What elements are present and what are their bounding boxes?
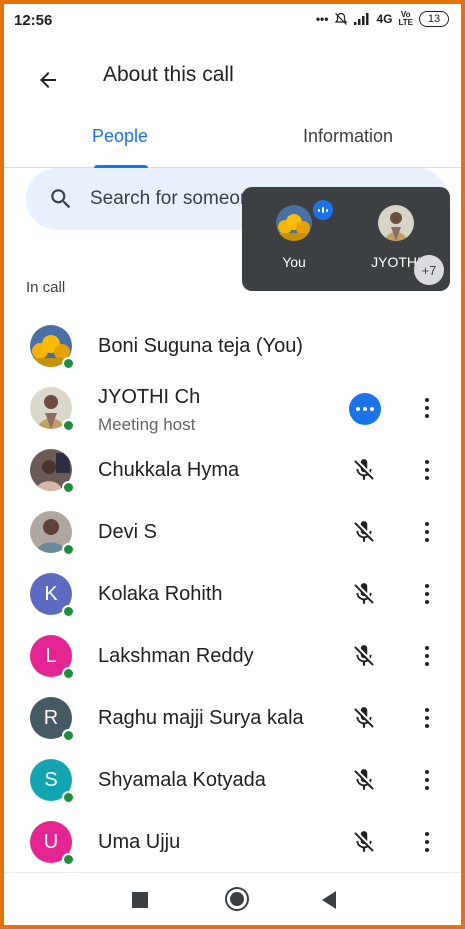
tab-bar: People Information: [4, 114, 461, 169]
more-vert-icon: [424, 521, 430, 527]
online-status-dot: [62, 667, 75, 680]
avatar: L: [30, 635, 75, 680]
participant-list: Boni Suguna teja (You) JYOTHI Ch Meeting…: [4, 315, 461, 873]
more-options-button[interactable]: [412, 641, 442, 671]
more-vert-icon: [424, 583, 430, 589]
screen: 12:56 ••• 4G Vo LTE 13 About this call P…: [4, 4, 461, 925]
avatar: U: [30, 821, 75, 866]
status-time: 12:56: [14, 12, 53, 29]
more-dots-icon: •••: [315, 12, 329, 26]
search-icon: [51, 189, 71, 209]
mic-off-icon[interactable]: [351, 581, 377, 607]
participant-row[interactable]: L Lakshman Reddy: [4, 625, 461, 687]
network-type: 4G: [376, 12, 393, 26]
avatar-flowers-photo: [276, 205, 312, 241]
more-vert-icon: [424, 645, 430, 651]
participant-name: Raghu majji Surya kala: [98, 707, 304, 729]
mic-off-icon[interactable]: [351, 767, 377, 793]
avatar: [30, 325, 75, 370]
mic-off-icon[interactable]: [351, 519, 377, 545]
volte-bottom: LTE: [398, 18, 413, 27]
call-tiles-overlay[interactable]: You JYOTHI +7: [242, 187, 450, 291]
participant-row[interactable]: Devi S: [4, 501, 461, 563]
back-triangle-icon[interactable]: [322, 891, 336, 909]
battery-indicator: 13: [419, 11, 449, 27]
more-options-button[interactable]: [412, 703, 442, 733]
online-status-dot: [62, 357, 75, 370]
tab-information[interactable]: Information: [303, 126, 393, 147]
back-button[interactable]: [28, 60, 68, 100]
status-icons: ••• 4G Vo LTE 13: [316, 11, 449, 27]
online-status-dot: [62, 481, 75, 494]
avatar: [30, 387, 75, 432]
more-participants-badge[interactable]: +7: [414, 255, 444, 285]
participant-name: Shyamala Kotyada: [98, 769, 266, 791]
more-options-button[interactable]: [412, 827, 442, 857]
home-circle-icon[interactable]: [225, 887, 249, 911]
mic-off-icon[interactable]: [351, 457, 377, 483]
section-label-in-call: In call: [26, 279, 66, 296]
avatar-person-photo: [378, 205, 414, 241]
participant-name: JYOTHI Ch: [98, 386, 201, 408]
participant-name: Boni Suguna teja (You): [98, 335, 303, 357]
participant-row[interactable]: R Raghu majji Surya kala: [4, 687, 461, 749]
status-bar: 12:56 ••• 4G Vo LTE 13: [4, 4, 461, 40]
more-vert-icon: [424, 397, 430, 403]
avatar: [30, 449, 75, 494]
speaking-indicator-button[interactable]: [349, 393, 381, 425]
tab-people[interactable]: People: [92, 126, 148, 147]
online-status-dot: [62, 543, 75, 556]
online-status-dot: [62, 419, 75, 432]
recents-square-icon[interactable]: [132, 892, 148, 908]
participant-row[interactable]: Chukkala Hyma: [4, 439, 461, 501]
tile-name: You: [282, 254, 306, 270]
avatar-letter: U: [43, 830, 59, 853]
page-title: About this call: [103, 63, 234, 86]
participant-row[interactable]: JYOTHI Ch Meeting host: [4, 377, 461, 439]
online-status-dot: [62, 791, 75, 804]
participant-row[interactable]: U Uma Ujju: [4, 811, 461, 873]
app-bar: About this call: [4, 48, 461, 104]
more-vert-icon: [424, 831, 430, 837]
avatar: K: [30, 573, 75, 618]
participant-name: Chukkala Hyma: [98, 459, 240, 481]
more-options-button[interactable]: [412, 765, 442, 795]
mic-off-icon[interactable]: [351, 643, 377, 669]
mic-off-icon[interactable]: [351, 829, 377, 855]
mic-off-icon[interactable]: [351, 705, 377, 731]
participant-name: Devi S: [98, 521, 157, 543]
online-status-dot: [62, 605, 75, 618]
online-status-dot: [62, 729, 75, 742]
participant-row[interactable]: Boni Suguna teja (You): [4, 315, 461, 377]
signal-icon: [354, 13, 369, 25]
avatar-letter: S: [44, 768, 58, 791]
participant-name: Lakshman Reddy: [98, 645, 254, 667]
avatar: [30, 511, 75, 556]
more-options-button[interactable]: [412, 517, 442, 547]
participant-row[interactable]: K Kolaka Rohith: [4, 563, 461, 625]
avatar-letter: L: [45, 644, 57, 667]
more-vert-icon: [424, 707, 430, 713]
speaking-indicator-icon: [313, 200, 333, 220]
avatar-letter: K: [44, 582, 58, 605]
online-status-dot: [62, 853, 75, 866]
more-options-button[interactable]: [412, 579, 442, 609]
arrow-back-icon: [40, 72, 56, 88]
avatar-letter: R: [43, 706, 59, 729]
participant-role: Meeting host: [98, 415, 196, 434]
volte-badge: Vo LTE: [398, 11, 413, 27]
more-vert-icon: [424, 769, 430, 775]
participant-name: Uma Ujju: [98, 831, 181, 853]
system-nav-bar: [4, 872, 461, 925]
avatar: R: [30, 697, 75, 742]
avatar: S: [30, 759, 75, 804]
participant-row[interactable]: S Shyamala Kotyada: [4, 749, 461, 811]
more-vert-icon: [424, 459, 430, 465]
participant-name: Kolaka Rohith: [98, 583, 223, 605]
more-options-button[interactable]: [412, 393, 442, 423]
bell-off-icon: [335, 12, 348, 25]
more-options-button[interactable]: [412, 455, 442, 485]
